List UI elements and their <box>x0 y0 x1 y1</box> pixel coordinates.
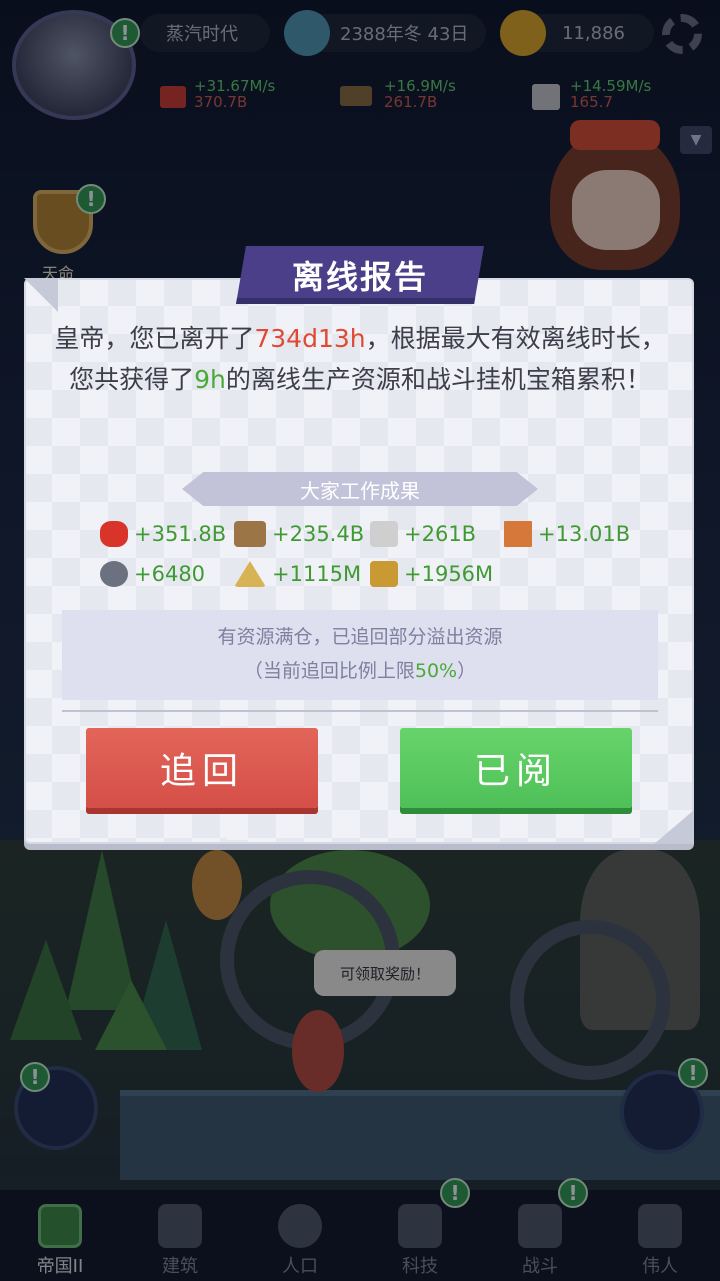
message-part: 的离线生产资源和战斗挂机宝箱累积！ <box>225 365 651 394</box>
read-button[interactable]: 已阅 <box>400 728 632 808</box>
dialog-title: 离线报告 <box>236 246 484 304</box>
result-value: +261B <box>404 522 477 546</box>
effective-hours: 9h <box>194 365 226 394</box>
away-duration: 734d13h <box>254 324 366 353</box>
result-value: +235.4B <box>272 522 365 546</box>
offline-message: 皇帝，您已离开了734d13h，根据最大有效离线时长，您共获得了9h的离线生产资… <box>52 318 668 400</box>
result-value: +13.01B <box>538 522 631 546</box>
brick-icon <box>504 521 532 547</box>
info-line: （当前追回比例上限50%） <box>243 660 477 682</box>
result-item: +6480 <box>100 558 205 590</box>
paper-fold <box>24 278 58 312</box>
dialog-pointer <box>226 826 250 840</box>
result-item: +1115M <box>234 558 361 590</box>
divider <box>62 710 658 712</box>
result-item: +261B <box>370 518 476 550</box>
message-part: 皇帝，您已离开了 <box>54 324 255 353</box>
result-value: +351.8B <box>134 522 227 546</box>
result-item: +351.8B <box>100 518 226 550</box>
info-line: 有资源满仓，已追回部分溢出资源 <box>217 626 503 648</box>
paper-fold <box>654 810 694 844</box>
apple-icon <box>100 521 128 547</box>
gold-cube-icon <box>370 561 398 587</box>
overflow-info-box: 有资源满仓，已追回部分溢出资源 （当前追回比例上限50%） <box>62 610 658 700</box>
work-results-header: 大家工作成果 <box>182 472 538 506</box>
result-value: +1956M <box>404 562 494 586</box>
result-item: +1956M <box>370 558 493 590</box>
gear-icon <box>100 561 128 587</box>
result-item: +235.4B <box>234 518 364 550</box>
wood-log-icon <box>234 521 266 547</box>
stone-block-icon <box>370 521 398 547</box>
recall-percentage: 50% <box>414 660 458 682</box>
result-value: +1115M <box>272 562 362 586</box>
recall-button[interactable]: 追回 <box>86 728 318 808</box>
sand-pile-icon <box>234 561 266 587</box>
result-value: +6480 <box>134 562 206 586</box>
result-item: +13.01B <box>504 518 630 550</box>
